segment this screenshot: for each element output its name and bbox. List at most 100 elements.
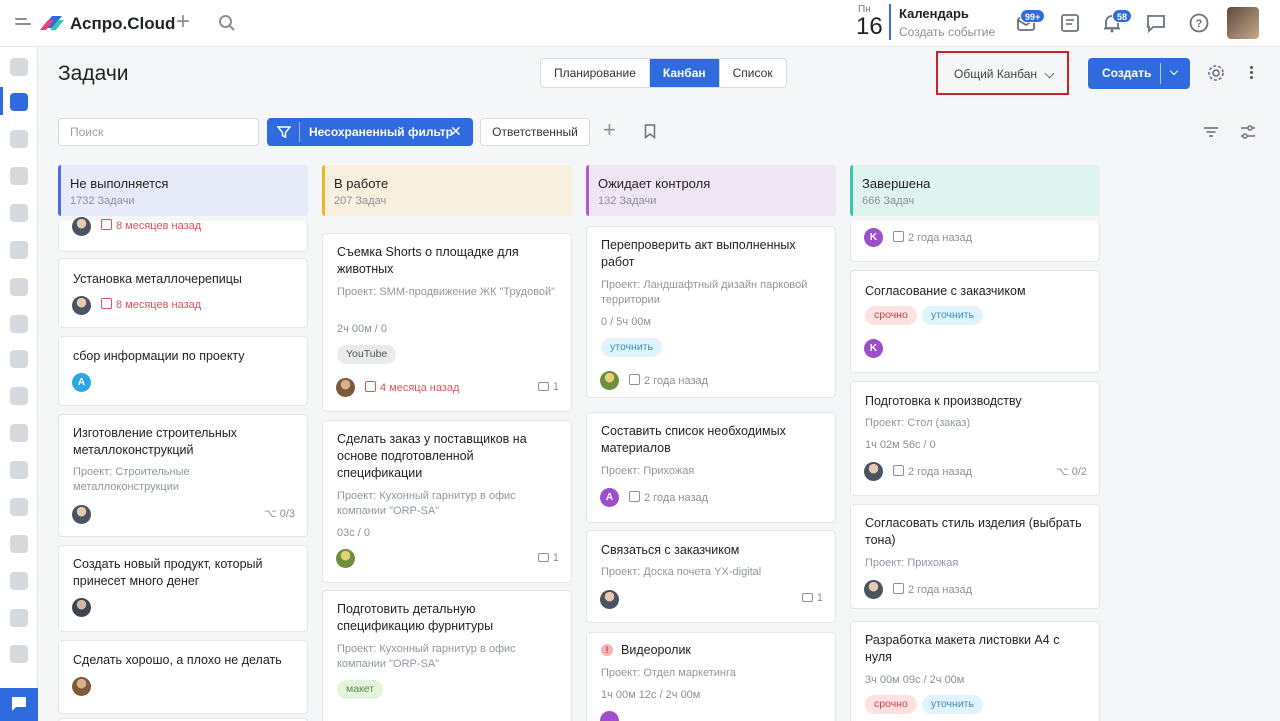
plus-icon[interactable]: + (176, 10, 190, 34)
brand-name[interactable]: Аспро.Cloud (70, 14, 175, 34)
create-button[interactable]: Создать (1088, 58, 1190, 89)
task-title: Видеоролик (621, 643, 691, 657)
sidebar-item-admin[interactable] (10, 645, 28, 663)
sidebar-active-indicator (0, 87, 3, 115)
column-header[interactable]: Ожидает контроля 132 Задачи (586, 165, 836, 216)
gear-icon[interactable] (1206, 63, 1226, 83)
search-icon[interactable] (218, 14, 236, 32)
tab-list[interactable]: Список (720, 59, 786, 87)
calendar-icon (365, 381, 376, 392)
sort-icon[interactable] (1203, 126, 1219, 138)
avatar (600, 590, 619, 609)
help-icon[interactable]: ? (1188, 12, 1210, 34)
close-icon[interactable]: ✕ (450, 123, 462, 140)
task-card[interactable]: Согласовать стиль изделия (выбрать тона)… (850, 504, 1100, 609)
column-header[interactable]: В работе 207 Задач (322, 165, 572, 216)
sidebar-item-tasks[interactable] (10, 93, 28, 111)
sidebar-item-integrations[interactable] (10, 609, 28, 627)
create-button-divider (1160, 63, 1161, 84)
sidebar-item-apps[interactable] (10, 572, 28, 590)
support-chat-button[interactable] (0, 688, 38, 721)
calendar-day[interactable]: 16 (856, 14, 883, 40)
tag[interactable]: YouTube (337, 345, 397, 364)
task-project: Проект: Кухонный гарнитур в офис компани… (337, 490, 516, 517)
task-project: Проект: Прихожая (865, 557, 959, 569)
search-input[interactable] (58, 118, 259, 146)
column-count: 1732 Задачи (70, 195, 135, 207)
comments-count[interactable]: 1 (537, 381, 559, 393)
task-card[interactable]: K 2 года назад (850, 221, 1100, 262)
mail-badge: 99+ (1020, 9, 1046, 23)
sidebar-item-goals[interactable] (10, 130, 28, 148)
task-card[interactable]: Сделать хорошо, а плохо не делать (58, 640, 308, 714)
task-title: Сделать хорошо, а плохо не делать (73, 653, 282, 667)
active-filter-chip[interactable]: Несохраненный фильтр ✕ (267, 118, 473, 146)
chat-icon[interactable] (1145, 12, 1167, 34)
tag[interactable]: уточнить (601, 338, 662, 357)
task-card[interactable]: Перепроверить акт выполненных работ Прое… (586, 226, 836, 398)
plus-icon[interactable]: + (603, 119, 616, 141)
notes-icon[interactable] (1059, 12, 1081, 34)
task-card[interactable]: ! Видеоролик Проект: Отдел маркетинга 1ч… (586, 632, 836, 721)
task-card[interactable]: Составить список необходимых материалов … (586, 412, 836, 523)
sidebar-item-projects[interactable] (10, 241, 28, 259)
task-card[interactable]: Разработка макета листовки А4 с нуля 3ч … (850, 621, 1100, 721)
sidebar-item-reports[interactable] (10, 461, 28, 479)
sidebar-item-time[interactable] (10, 350, 28, 368)
sidebar-item-store[interactable] (10, 535, 28, 553)
column-header[interactable]: Не выполняется 1732 Задачи (58, 165, 308, 216)
tab-kanban[interactable]: Канбан (649, 59, 720, 87)
logo-icon[interactable] (40, 12, 64, 34)
page-title: Задачи (58, 62, 129, 85)
sidebar-item-team[interactable] (10, 315, 28, 333)
user-avatar[interactable] (1227, 7, 1259, 39)
comments-count[interactable]: 1 (801, 592, 823, 604)
task-title: Перепроверить акт выполненных работ (601, 238, 796, 269)
task-project: Проект: Строительные металлоконструкции (73, 466, 190, 493)
task-card[interactable]: 8 месяцев назад (58, 217, 308, 252)
task-card[interactable]: Согласование с заказчиком срочно уточнит… (850, 270, 1100, 373)
task-card[interactable]: сбор информации по проекту A (58, 336, 308, 406)
due-date: 2 года назад (629, 491, 708, 504)
task-title: Согласование с заказчиком (865, 284, 1026, 298)
task-card[interactable]: Подготовка к производству Проект: Стол (… (850, 381, 1100, 496)
column-title: Ожидает контроля (598, 176, 711, 191)
sidebar-item-crm[interactable] (10, 167, 28, 185)
task-card[interactable]: Связаться с заказчиком Проект: Доска поч… (586, 530, 836, 623)
avatar: K (864, 228, 883, 247)
create-event-link[interactable]: Создать событие (899, 25, 995, 39)
more-options-icon[interactable] (1250, 66, 1254, 82)
tag[interactable]: срочно (865, 695, 917, 714)
sidebar-item-files[interactable] (10, 387, 28, 405)
calendar-title[interactable]: Календарь (899, 6, 969, 21)
tag[interactable]: уточнить (922, 695, 983, 714)
chevron-down-icon[interactable] (1169, 66, 1179, 76)
tag[interactable]: уточнить (922, 306, 983, 325)
sidebar-item-kb[interactable] (10, 424, 28, 442)
tag[interactable]: макет (337, 680, 384, 699)
comment-icon (801, 593, 813, 602)
task-project: Проект: SMM-продвижение ЖК "Трудовой" (337, 286, 556, 298)
kanban-board-select[interactable]: Общий Канбан (936, 51, 1069, 95)
task-card[interactable]: Подготовить детальную спецификацию фурни… (322, 590, 572, 721)
tab-planning[interactable]: Планирование (541, 59, 650, 87)
task-card[interactable]: Сделать заказ у поставщиков на основе по… (322, 420, 572, 583)
sidebar-item-favorites[interactable] (10, 58, 28, 76)
task-card[interactable]: Установка металлочерепицы 8 месяцев наза… (58, 258, 308, 328)
comments-count[interactable]: 1 (537, 552, 559, 564)
responsible-filter-button[interactable]: Ответственный (480, 118, 590, 146)
task-card[interactable]: Съемка Shorts о площадке для животных Пр… (322, 233, 572, 412)
column-header[interactable]: Завершена 666 Задач (850, 165, 1100, 216)
tag[interactable]: срочно (865, 306, 917, 325)
task-card[interactable]: Создать новый продукт, который принесет … (58, 545, 308, 632)
sidebar-item-finance[interactable] (10, 204, 28, 222)
sidebar-item-docs[interactable] (10, 278, 28, 296)
task-title: Разработка макета листовки А4 с нуля (865, 633, 1060, 664)
menu-icon[interactable] (15, 18, 31, 28)
task-title: Установка металлочерепицы (73, 272, 242, 286)
task-card[interactable]: Изготовление строительных металлоконстру… (58, 414, 308, 537)
sidebar-item-services[interactable] (10, 498, 28, 516)
due-date: 2 года назад (893, 583, 972, 596)
bookmark-icon[interactable] (644, 124, 656, 139)
sliders-icon[interactable] (1240, 124, 1256, 140)
